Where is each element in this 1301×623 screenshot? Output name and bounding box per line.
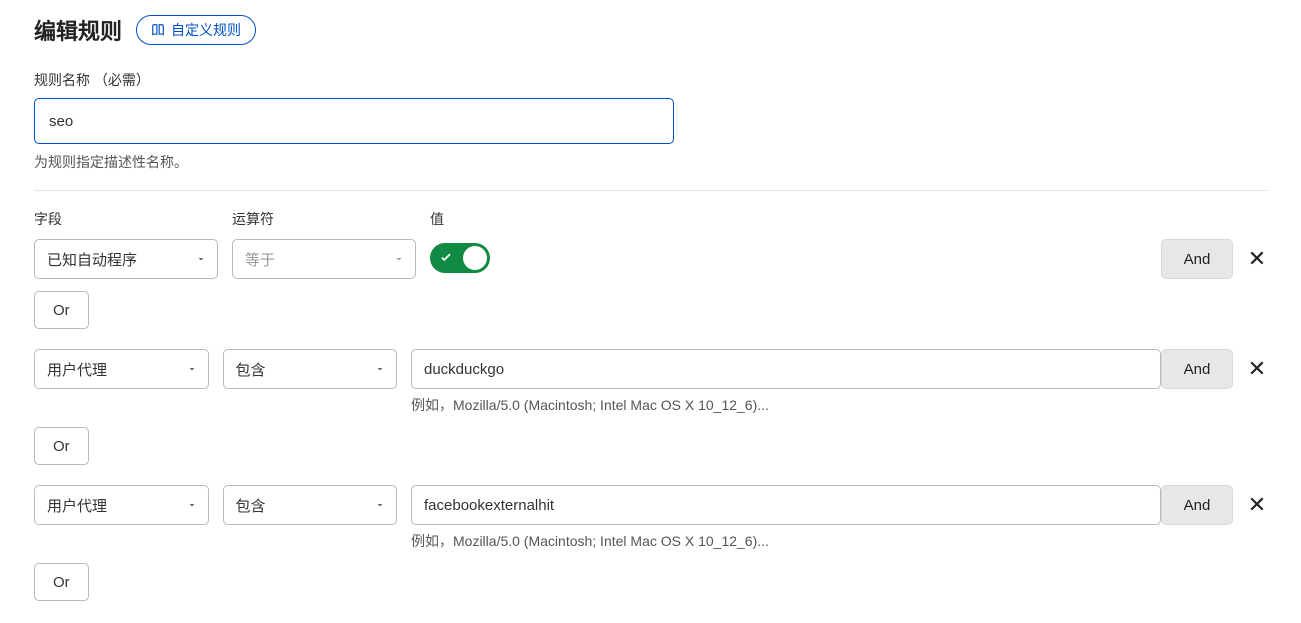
custom-rule-button[interactable]: 自定义规则	[136, 15, 256, 45]
value-hint: 例如，Mozilla/5.0 (Macintosh; Intel Mac OS …	[411, 395, 1161, 415]
or-button[interactable]: Or	[34, 427, 89, 465]
rule-name-label: 规则名称 （必需）	[34, 70, 1267, 90]
value-hint: 例如，Mozilla/5.0 (Macintosh; Intel Mac OS …	[411, 531, 1161, 551]
column-header-operator: 运算符	[232, 209, 430, 229]
and-button[interactable]: And	[1161, 349, 1233, 389]
remove-row-button[interactable]: ✕	[1247, 492, 1267, 518]
operator-select-value: 包含	[236, 359, 266, 380]
operator-select[interactable]: 等于	[232, 239, 416, 279]
value-toggle[interactable]	[430, 243, 490, 273]
custom-rule-label: 自定义规则	[171, 20, 241, 40]
or-button[interactable]: Or	[34, 291, 89, 329]
column-header-value: 值	[430, 209, 444, 229]
chevron-down-icon	[374, 499, 386, 511]
rule-name-input[interactable]	[34, 98, 674, 144]
chevron-down-icon	[393, 253, 405, 265]
operator-select[interactable]: 包含	[223, 485, 398, 525]
value-input[interactable]	[411, 349, 1161, 389]
check-icon	[439, 250, 453, 267]
or-button[interactable]: Or	[34, 563, 89, 601]
close-icon: ✕	[1248, 492, 1266, 518]
rule-name-hint: 为规则指定描述性名称。	[34, 152, 1267, 172]
column-header-field: 字段	[34, 209, 232, 229]
condition-row: 已知自动程序 等于 And ✕	[34, 239, 1267, 279]
chevron-down-icon	[186, 499, 198, 511]
field-select[interactable]: 用户代理	[34, 485, 209, 525]
divider	[34, 190, 1267, 191]
operator-select[interactable]: 包含	[223, 349, 398, 389]
close-icon: ✕	[1248, 246, 1266, 272]
chevron-down-icon	[186, 363, 198, 375]
chevron-down-icon	[374, 363, 386, 375]
remove-row-button[interactable]: ✕	[1247, 246, 1267, 272]
field-select-value: 用户代理	[47, 359, 107, 380]
page-title: 编辑规则	[34, 14, 122, 46]
condition-row: 用户代理 包含 例如，Mozilla/5.0 (Macintosh; Intel…	[34, 485, 1267, 551]
close-icon: ✕	[1248, 356, 1266, 382]
book-icon	[151, 23, 165, 37]
toggle-knob	[463, 246, 487, 270]
chevron-down-icon	[195, 253, 207, 265]
field-select-value: 已知自动程序	[47, 249, 137, 270]
field-select-value: 用户代理	[47, 495, 107, 516]
field-select[interactable]: 已知自动程序	[34, 239, 218, 279]
and-button[interactable]: And	[1161, 485, 1233, 525]
field-select[interactable]: 用户代理	[34, 349, 209, 389]
operator-select-value: 包含	[236, 495, 266, 516]
condition-row: 用户代理 包含 例如，Mozilla/5.0 (Macintosh; Intel…	[34, 349, 1267, 415]
remove-row-button[interactable]: ✕	[1247, 356, 1267, 382]
and-button[interactable]: And	[1161, 239, 1233, 279]
value-input[interactable]	[411, 485, 1161, 525]
operator-select-value: 等于	[245, 249, 275, 270]
